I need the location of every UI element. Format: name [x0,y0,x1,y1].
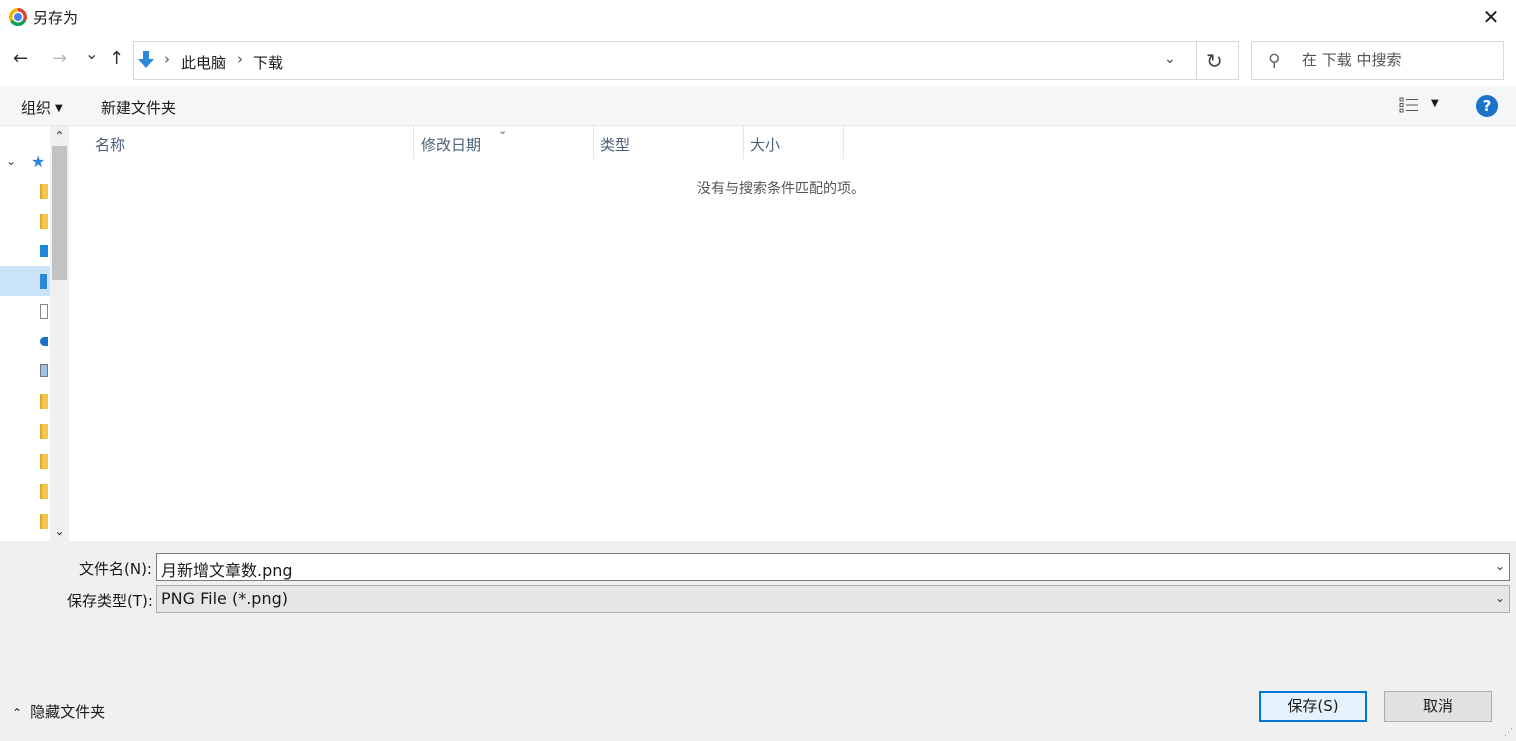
folder-icon [40,514,48,529]
column-label: 类型 [600,136,631,154]
filename-label: 文件名(N): [79,560,152,578]
file-type-value: PNG File (*.png) [161,589,288,608]
file-type-label: 保存类型(T): [67,592,153,610]
nav-item-downloads[interactable] [0,266,50,296]
save-options-panel: 文件名(N): 月新增文章数.png ⌄ 保存类型(T): PNG File (… [0,541,1516,741]
organize-menu[interactable]: 组织 ▼ [21,97,63,118]
breadcrumb-this-pc[interactable]: 此电脑 [181,52,226,73]
folder-icon [40,484,48,499]
nav-item[interactable] [0,296,50,326]
documents-icon [40,304,48,319]
address-dropdown-button[interactable]: ⌄ [1164,51,1176,67]
folder-icon [40,184,48,199]
hide-folders-toggle[interactable]: ⌃ 隐藏文件夹 [12,701,105,722]
nav-item[interactable] [0,386,50,416]
downloads-icon [138,51,154,68]
nav-item[interactable] [0,176,50,206]
chevron-up-icon: ⌃ [12,706,23,720]
column-label: 大小 [750,136,781,154]
search-icon: ⚲ [1268,51,1281,71]
folder-icon [40,214,48,229]
nav-item[interactable] [0,446,50,476]
onedrive-icon [40,337,48,346]
navigation-bar: ← → ⌄ ↑ › 此电脑 › 下载 ⌄ ↻ ⚲ [0,34,1516,86]
empty-message: 没有与搜索条件匹配的项。 [697,181,865,197]
chevron-down-icon[interactable]: ⌄ [1495,559,1505,573]
breadcrumb-separator[interactable]: › [164,50,170,68]
pictures-icon [40,364,48,377]
column-header-type[interactable]: 类型 [594,126,744,159]
cancel-button[interactable]: 取消 [1384,691,1492,722]
breadcrumb-downloads[interactable]: 下载 [253,52,283,73]
nav-item[interactable] [0,416,50,446]
nav-item[interactable] [0,476,50,506]
resize-grip-icon[interactable]: ⋰ [1504,728,1513,738]
command-bar: 组织 ▼ 新建文件夹 ▼ ? [0,86,1516,126]
nav-item[interactable] [0,236,50,266]
organize-label: 组织 [21,99,52,117]
column-header-name[interactable]: 名称 [70,126,414,159]
chevron-down-icon[interactable]: ⌄ [1495,591,1505,605]
dialog-title: 另存为 [33,9,79,27]
nav-item[interactable] [0,206,50,236]
back-button[interactable]: ← [13,49,28,69]
file-list: 名称 修改日期 ⌄ 类型 大小 没有与搜索条件匹配的项。 [70,124,1516,541]
breadcrumb-separator[interactable]: › [237,50,243,68]
nav-scrollbar[interactable]: ⌃ ⌄ [50,126,69,541]
filename-field[interactable]: 月新增文章数.png ⌄ [156,553,1510,581]
folder-icon [40,454,48,469]
caret-down-icon: ▼ [55,103,63,114]
folder-icon [40,424,48,439]
view-dropdown-icon[interactable]: ▼ [1431,98,1439,109]
scroll-up-button[interactable]: ⌃ [50,126,69,146]
file-type-select[interactable]: PNG File (*.png) ⌄ [156,585,1510,613]
view-options-icon[interactable] [1399,97,1419,113]
recent-locations-button[interactable]: ⌄ [85,44,98,64]
filename-value[interactable]: 月新增文章数.png [161,557,293,581]
forward-button[interactable]: → [52,49,67,69]
new-folder-button[interactable]: 新建文件夹 [101,97,176,118]
folder-icon [40,394,48,409]
column-label: 修改日期 [421,136,482,154]
help-button[interactable]: ? [1476,95,1498,117]
desktop-icon [40,245,48,257]
title-bar: 另存为 ✕ [0,0,1516,34]
column-header-size[interactable]: 大小 [744,126,844,159]
scroll-down-button[interactable]: ⌄ [50,521,69,541]
scroll-thumb[interactable] [52,146,67,280]
nav-item[interactable] [0,326,50,356]
close-button[interactable]: ✕ [1480,6,1502,28]
divider [1196,42,1197,79]
nav-item[interactable] [0,506,50,536]
chrome-icon [9,8,27,26]
search-box[interactable]: ⚲ [1251,41,1504,80]
navigation-pane: ⌄ ★ ⌃ ⌄ [0,126,70,541]
quick-access-icon[interactable]: ★ [31,152,45,171]
save-as-dialog: 另存为 ✕ ← → ⌄ ↑ › 此电脑 › 下载 ⌄ ↻ ⚲ 组织▼ [0,0,1516,741]
sort-indicator-icon: ⌄ [498,124,508,137]
expand-chevron-icon[interactable]: ⌄ [6,154,16,168]
address-bar[interactable]: › 此电脑 › 下载 ⌄ ↻ [133,41,1239,80]
refresh-button[interactable]: ↻ [1206,49,1223,73]
save-button[interactable]: 保存(S) [1259,691,1367,722]
hide-folders-label: 隐藏文件夹 [30,703,106,721]
up-button[interactable]: ↑ [109,49,124,69]
nav-item[interactable] [0,356,50,386]
search-input[interactable] [1302,51,1492,69]
column-label: 名称 [95,136,126,154]
downloads-icon [40,274,47,289]
